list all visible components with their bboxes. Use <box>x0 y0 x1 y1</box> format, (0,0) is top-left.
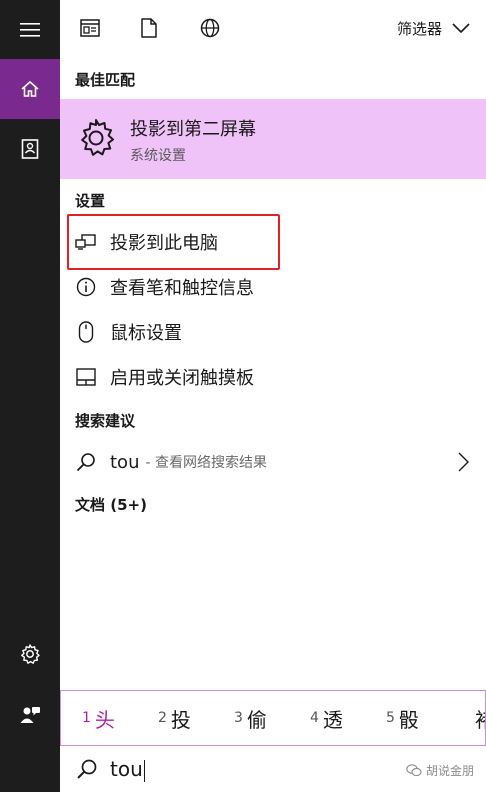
best-match-icon <box>74 116 118 160</box>
touchpad-icon <box>74 365 98 389</box>
ime-candidate-number: 2 <box>158 710 167 726</box>
ime-candidate-bar: 1 头 2 投 3 偷 4 透 5 骰 褚 <box>60 690 486 746</box>
documents-filter-button[interactable] <box>135 14 163 42</box>
notebook-button[interactable] <box>0 119 60 179</box>
hamburger-menu-icon <box>20 23 40 37</box>
ime-candidate-char: 褚 <box>475 704 485 733</box>
highlight-annotation-box <box>67 214 280 270</box>
ime-candidate-char: 投 <box>170 707 191 732</box>
hamburger-menu-button[interactable] <box>0 0 60 60</box>
info-icon <box>74 275 98 299</box>
search-input-value: tou <box>110 757 143 781</box>
ime-candidate-6[interactable]: 褚 <box>471 691 485 745</box>
document-icon <box>141 18 157 38</box>
ime-candidate-char: 透 <box>322 707 343 732</box>
chevron-right-icon[interactable] <box>458 452 470 472</box>
globe-icon <box>200 18 220 38</box>
setting-item-label: 查看笔和触控信息 <box>110 278 254 299</box>
ime-candidate-2[interactable]: 2 投 <box>158 691 191 745</box>
setting-item-pen-touch-info[interactable]: 查看笔和触控信息 <box>60 267 486 307</box>
left-rail <box>0 0 60 792</box>
best-match-heading: 最佳匹配 <box>75 71 136 89</box>
ime-candidate-1[interactable]: 1 头 <box>82 691 115 745</box>
feedback-button[interactable] <box>0 684 60 744</box>
suggestion-query: tou <box>110 451 140 473</box>
filter-dropdown[interactable]: 筛选器 <box>397 14 470 42</box>
best-match-subtitle: 系统设置 <box>130 148 186 164</box>
app-window-icon <box>80 19 100 37</box>
text-caret <box>143 759 145 782</box>
notebook-icon <box>21 139 39 159</box>
ime-candidate-5[interactable]: 5 骰 <box>386 691 419 745</box>
search-icon <box>74 450 98 474</box>
ime-candidate-number: 4 <box>310 710 319 726</box>
ime-candidate-4[interactable]: 4 透 <box>310 691 343 745</box>
search-box-icon <box>76 758 98 784</box>
chevron-down-icon <box>452 23 470 33</box>
ime-candidate-number: 3 <box>234 710 243 726</box>
suggestion-description: - 查看网络搜索结果 <box>145 455 267 471</box>
search-icon <box>77 759 97 779</box>
ime-candidate-char: 骰 <box>398 707 419 732</box>
watermark: 胡说金朋 <box>406 762 474 779</box>
web-filter-button[interactable] <box>196 14 224 42</box>
filter-label: 筛选器 <box>396 19 442 38</box>
search-suggestions-heading: 搜索建议 <box>75 412 136 430</box>
ime-candidate-number: 1 <box>82 710 91 726</box>
search-box[interactable]: tou 胡说金朋 <box>60 746 486 792</box>
settings-button[interactable] <box>0 624 60 684</box>
feedback-person-icon <box>20 707 40 723</box>
watermark-text: 胡说金朋 <box>425 764 474 778</box>
settings-heading: 设置 <box>75 192 106 210</box>
mouse-icon <box>74 320 98 344</box>
gear-icon <box>81 119 114 156</box>
search-results-panel: 筛选器 最佳匹配 投影到第二屏幕 系统设置 设置 投影到此电脑 查看笔和触控信息… <box>60 0 486 792</box>
ime-candidate-number: 5 <box>386 710 395 726</box>
filter-bar: 筛选器 <box>60 0 486 56</box>
setting-item-mouse[interactable]: 鼠标设置 <box>60 312 486 352</box>
setting-item-label: 鼠标设置 <box>110 323 182 344</box>
best-match-result[interactable]: 投影到第二屏幕 系统设置 <box>60 99 486 179</box>
ime-candidate-3[interactable]: 3 偷 <box>234 691 267 745</box>
best-match-title: 投影到第二屏幕 <box>130 119 256 140</box>
web-search-suggestion[interactable]: tou - 查看网络搜索结果 <box>60 442 486 482</box>
setting-item-label: 启用或关闭触摸板 <box>110 368 254 389</box>
wechat-icon <box>406 764 422 777</box>
ime-candidate-char: 偷 <box>246 707 267 732</box>
ime-candidate-char: 头 <box>94 707 115 732</box>
home-icon <box>21 80 39 97</box>
apps-filter-button[interactable] <box>76 14 104 42</box>
setting-item-touchpad[interactable]: 启用或关闭触摸板 <box>60 357 486 397</box>
search-input[interactable]: tou <box>110 757 145 782</box>
settings-gear-icon <box>21 644 40 664</box>
documents-heading[interactable]: 文档 (5+) <box>75 494 147 515</box>
home-button[interactable] <box>0 59 60 119</box>
